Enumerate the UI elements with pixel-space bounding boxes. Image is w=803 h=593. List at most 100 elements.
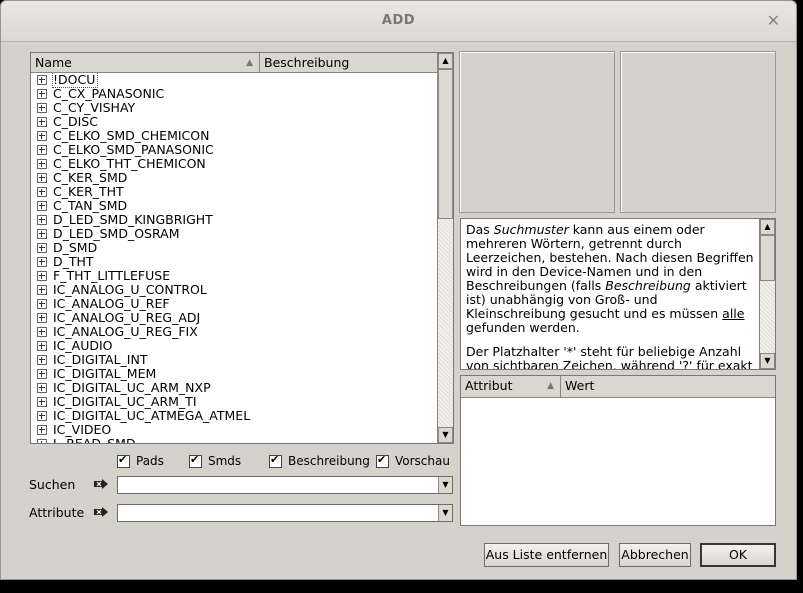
cancel-button[interactable]: Abbrechen	[619, 543, 691, 567]
tree-row[interactable]: C_KER_SMD	[31, 171, 437, 185]
tree-row[interactable]: IC_ANALOG_U_REG_FIX	[31, 325, 437, 339]
tree-row[interactable]: L_READ_SMD	[31, 437, 437, 443]
tree-row[interactable]: !DOCU	[31, 73, 437, 88]
tree-row[interactable]: D_LED_SMD_OSRAM	[31, 227, 437, 241]
smds-checkbox[interactable]: Smds	[189, 453, 241, 468]
tree-row[interactable]: IC_DIGITAL_MEM	[31, 367, 437, 381]
title-bar[interactable]: ADD ✕	[1, 1, 796, 42]
description-text: Das Suchmuster kann aus einem oder mehre…	[461, 219, 759, 370]
tree-row[interactable]: IC_DIGITAL_UC_ARM_NXP	[31, 381, 437, 395]
pads-checkbox[interactable]: Pads	[117, 453, 164, 468]
tree-row[interactable]: C_DISC	[31, 115, 437, 129]
pads-checkbox-box[interactable]	[117, 453, 130, 468]
tree-row[interactable]: IC_DIGITAL_UC_ATMEGA_ATMEL	[31, 409, 437, 423]
expand-icon[interactable]	[37, 256, 47, 267]
description-scrollbar[interactable]: ▲ ▼	[759, 219, 775, 369]
scroll-up-button[interactable]: ▲	[438, 53, 453, 69]
attribute-clear-arrow-icon[interactable]	[94, 507, 108, 517]
tree-row[interactable]: C_ELKO_THT_CHEMICON	[31, 157, 437, 171]
expand-icon[interactable]	[37, 74, 47, 85]
column-header-description-label: Beschreibung	[264, 55, 350, 70]
expand-icon[interactable]	[37, 116, 47, 127]
expand-icon[interactable]	[37, 396, 47, 407]
search-dropdown-button[interactable]: ▼	[438, 477, 452, 493]
beschreibung-checkbox-box[interactable]	[269, 453, 282, 468]
remove-from-list-button[interactable]: Aus Liste entfernen	[484, 543, 609, 567]
expand-icon[interactable]	[37, 270, 47, 281]
tree-row-label: !DOCU	[51, 73, 99, 88]
column-header-wert-label: Wert	[565, 378, 595, 393]
tree-row-label: C_KER_THT	[53, 184, 124, 199]
tree-row[interactable]: IC_ANALOG_U_REF	[31, 297, 437, 311]
column-header-wert[interactable]: Wert	[561, 376, 775, 398]
scroll-down-button[interactable]: ▼	[438, 427, 453, 443]
expand-icon[interactable]	[37, 312, 47, 323]
beschreibung-checkbox[interactable]: Beschreibung	[269, 453, 370, 468]
tree-scrollbar[interactable]: ▲ ▼	[437, 53, 453, 443]
description-scrollbar-thumb[interactable]	[760, 235, 775, 281]
attribute-dropdown-button[interactable]: ▼	[438, 505, 452, 521]
expand-icon[interactable]	[37, 410, 47, 421]
tree-row[interactable]: C_CY_VISHAY	[31, 101, 437, 115]
expand-icon[interactable]	[37, 88, 47, 99]
search-input[interactable]: ▼	[117, 476, 453, 494]
expand-icon[interactable]	[37, 326, 47, 337]
tree-row[interactable]: C_KER_THT	[31, 185, 437, 199]
column-header-description[interactable]: Beschreibung	[260, 53, 437, 73]
expand-icon[interactable]	[37, 298, 47, 309]
search-clear-arrow-icon[interactable]	[94, 479, 108, 489]
expand-icon[interactable]	[37, 340, 47, 351]
tree-row[interactable]: IC_DIGITAL_INT	[31, 353, 437, 367]
expand-icon[interactable]	[37, 438, 47, 443]
tree-row[interactable]: D_SMD	[31, 241, 437, 255]
tree-row[interactable]: IC_ANALOG_U_CONTROL	[31, 283, 437, 297]
attribute-sort-ascending-icon: ▲	[547, 381, 554, 391]
expand-icon[interactable]	[37, 354, 47, 365]
tree-row[interactable]: C_TAN_SMD	[31, 199, 437, 213]
tree-row-label: IC_VIDEO	[53, 422, 112, 437]
expand-icon[interactable]	[37, 214, 47, 225]
scrollbar-thumb[interactable]	[438, 69, 453, 219]
column-header-attribut[interactable]: Attribut ▲	[461, 376, 561, 398]
tree-row-label: C_CY_VISHAY	[53, 100, 136, 115]
expand-icon[interactable]	[37, 158, 47, 169]
tree-row[interactable]: IC_DIGITAL_UC_ARM_TI	[31, 395, 437, 409]
tree-row[interactable]: IC_ANALOG_U_REG_ADJ	[31, 311, 437, 325]
tree-row[interactable]: IC_AUDIO	[31, 339, 437, 353]
tree-row-label: IC_AUDIO	[53, 338, 113, 353]
tree-row-label: D_LED_SMD_OSRAM	[53, 226, 180, 241]
tree-row[interactable]: C_CX_PANASONIC	[31, 87, 437, 101]
attribute-input[interactable]: ▼	[117, 504, 453, 522]
expand-icon[interactable]	[37, 284, 47, 295]
tree-row[interactable]: IC_VIDEO	[31, 423, 437, 437]
tree-row[interactable]: D_THT	[31, 255, 437, 269]
expand-icon[interactable]	[37, 368, 47, 379]
expand-icon[interactable]	[37, 228, 47, 239]
library-tree[interactable]: Name ▲ Beschreibung !DOCU C_CX_PANASONIC C…	[30, 52, 454, 444]
attribute-table[interactable]: Attribut ▲ Wert	[460, 375, 776, 526]
vorschau-checkbox-box[interactable]	[376, 453, 389, 468]
expand-icon[interactable]	[37, 200, 47, 211]
tree-row[interactable]: F_THT_LITTLEFUSE	[31, 269, 437, 283]
tree-row[interactable]: D_LED_SMD_KINGBRIGHT	[31, 213, 437, 227]
expand-icon[interactable]	[37, 144, 47, 155]
expand-icon[interactable]	[37, 130, 47, 141]
tree-row-label: F_THT_LITTLEFUSE	[53, 268, 171, 283]
ok-button[interactable]: OK	[700, 543, 776, 567]
smds-checkbox-box[interactable]	[189, 453, 202, 468]
expand-icon[interactable]	[37, 424, 47, 435]
symbol-preview	[459, 51, 615, 213]
vorschau-checkbox[interactable]: Vorschau	[376, 453, 450, 468]
expand-icon[interactable]	[37, 186, 47, 197]
description-scroll-up-button[interactable]: ▲	[760, 219, 775, 235]
tree-row-label: C_KER_SMD	[53, 170, 128, 185]
expand-icon[interactable]	[37, 242, 47, 253]
tree-row[interactable]: C_ELKO_SMD_CHEMICON	[31, 129, 437, 143]
expand-icon[interactable]	[37, 382, 47, 393]
tree-row[interactable]: C_ELKO_SMD_PANASONIC	[31, 143, 437, 157]
close-icon[interactable]: ✕	[767, 11, 780, 30]
column-header-name[interactable]: Name ▲	[31, 53, 260, 73]
expand-icon[interactable]	[37, 172, 47, 183]
expand-icon[interactable]	[37, 102, 47, 113]
description-scroll-down-button[interactable]: ▼	[760, 353, 775, 369]
